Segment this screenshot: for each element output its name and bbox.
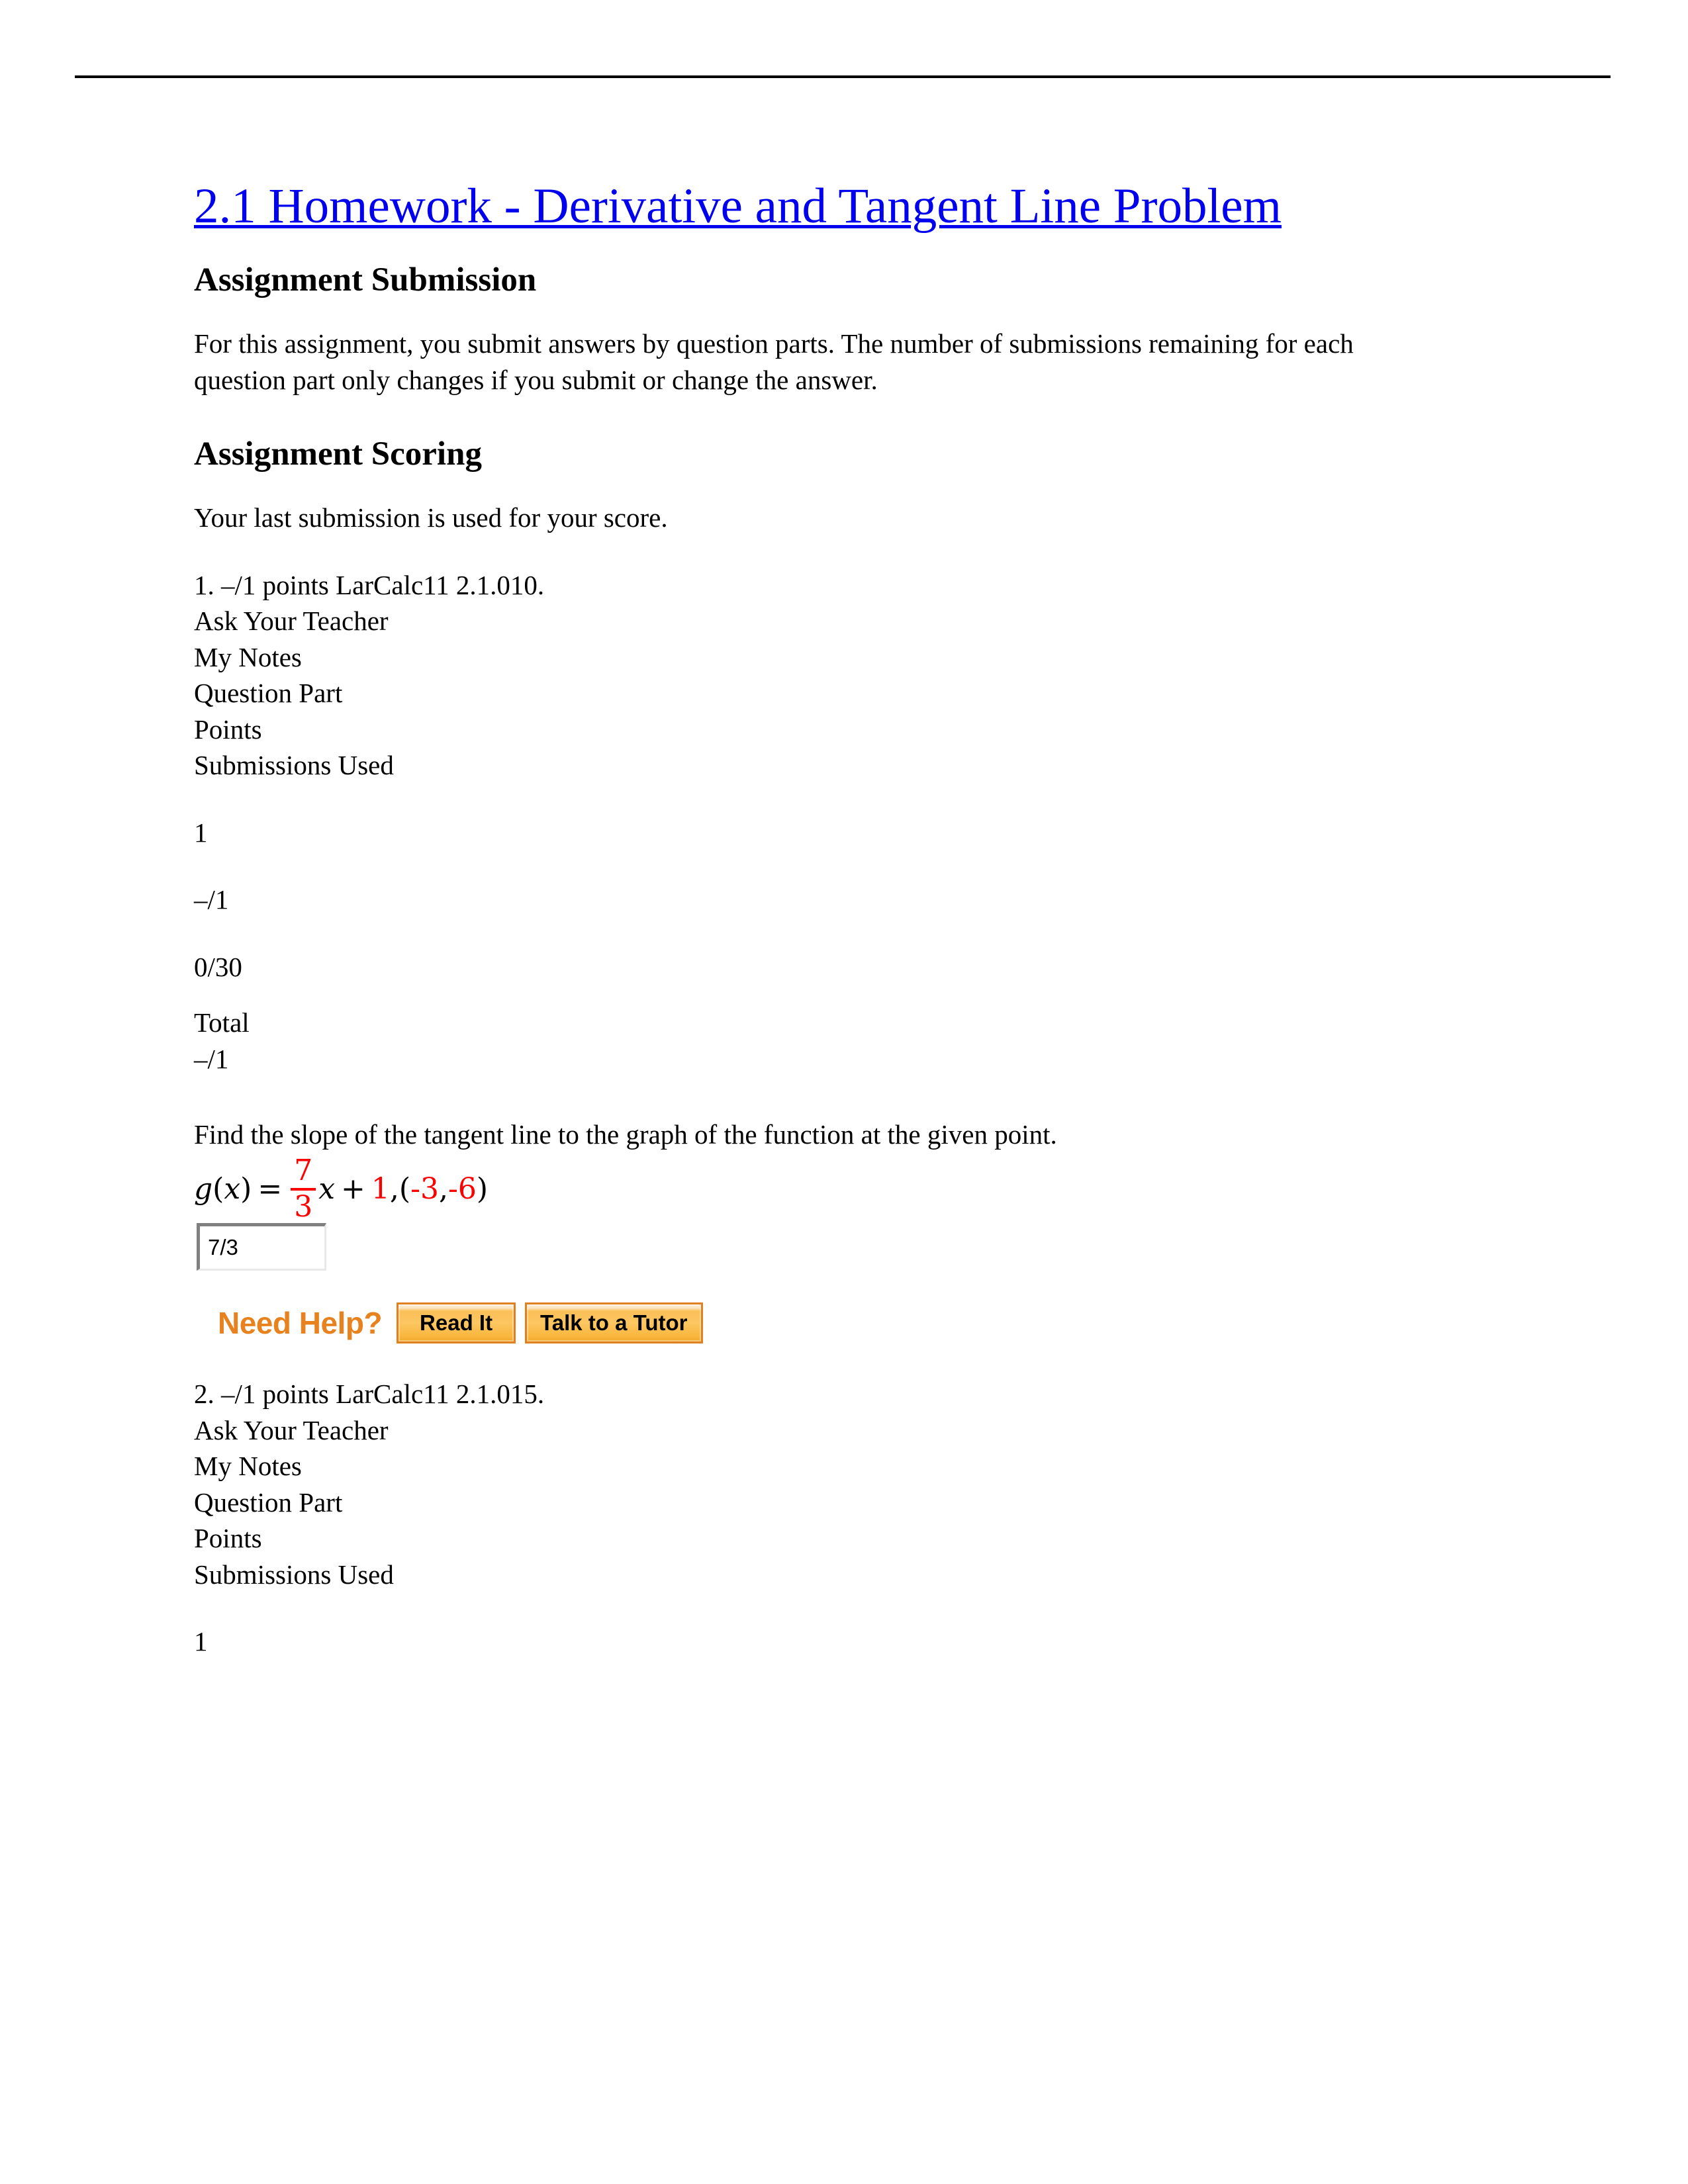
math-point-open-paren: ( <box>399 1172 411 1206</box>
math-fraction: 7 3 <box>291 1156 316 1222</box>
need-help-row: Need Help? Read It Talk to a Tutor <box>218 1301 1425 1345</box>
math-function-name: g <box>194 1172 213 1206</box>
answer-input[interactable] <box>197 1222 326 1271</box>
question-1-answer-wrapper <box>197 1222 1425 1271</box>
question-2-header: 2. –/1 points LarCalc11 2.1.015. <box>194 1378 545 1409</box>
question-1-total-label: Total <box>194 1007 250 1038</box>
math-point-x: -3 <box>410 1172 439 1206</box>
document-page: 2.1 Homework - Derivative and Tangent Li… <box>0 0 1688 2184</box>
talk-to-a-tutor-button[interactable]: Talk to a Tutor <box>525 1302 703 1343</box>
question-1-col-question-part: Question Part <box>194 678 343 709</box>
math-plus-sign: + <box>341 1172 365 1206</box>
need-help-label: Need Help? <box>218 1305 383 1340</box>
question-1-meta-block: 1. –/1 points LarCalc11 2.1.010. Ask You… <box>194 567 1425 784</box>
question-2-col-points: Points <box>194 1523 262 1554</box>
question-2-col-submissions-used: Submissions Used <box>194 1559 394 1590</box>
math-point-y: -6 <box>447 1172 477 1206</box>
assignment-submission-heading: Assignment Submission <box>194 261 537 298</box>
question-1-part-submissions-used: 0/30 <box>194 951 242 982</box>
question-1-total-points: –/1 <box>194 1043 229 1074</box>
question-2-my-notes-link[interactable]: My Notes <box>194 1448 1425 1484</box>
question-1-col-submissions-used: Submissions Used <box>194 750 394 781</box>
assignment-scoring-heading: Assignment Scoring <box>194 435 482 473</box>
math-point-separator: , <box>438 1172 448 1206</box>
math-point-close-paren: ) <box>476 1172 489 1206</box>
math-open-paren: ( <box>212 1172 224 1206</box>
math-constant: 1 <box>371 1172 390 1206</box>
question-1-total-block: Total –/1 <box>194 1005 1425 1077</box>
question-1-expression: g ( x ) = 7 3 x + 1 , ( -3 , -6 ) <box>194 1156 1425 1222</box>
math-comma: , <box>389 1172 399 1206</box>
question-1-part-points: –/1 <box>194 884 229 915</box>
assignment-submission-text: For this assignment, you submit answers … <box>194 328 1354 395</box>
question-1-part-number: 1 <box>194 817 208 848</box>
header-divider <box>75 75 1611 78</box>
talk-to-a-tutor-button-label: Talk to a Tutor <box>540 1310 688 1336</box>
math-variable: x <box>224 1172 241 1206</box>
read-it-button-label: Read It <box>420 1310 493 1336</box>
question-2-meta-block: 2. –/1 points LarCalc11 2.1.015. Ask You… <box>194 1376 1425 1592</box>
question-1-ask-your-teacher-link[interactable]: Ask Your Teacher <box>194 603 1425 639</box>
question-1-prompt: Find the slope of the tangent line to th… <box>194 1119 1057 1150</box>
math-fraction-denominator: 3 <box>294 1189 313 1224</box>
question-1-header: 1. –/1 points LarCalc11 2.1.010. <box>194 569 545 600</box>
math-equals-sign: = <box>258 1172 283 1206</box>
question-1-col-points: Points <box>194 713 262 745</box>
math-variable-x: x <box>318 1172 336 1206</box>
page-title[interactable]: 2.1 Homework - Derivative and Tangent Li… <box>194 177 1412 235</box>
question-2-col-question-part: Question Part <box>194 1486 343 1518</box>
math-close-paren: ) <box>240 1172 252 1206</box>
math-fraction-numerator: 7 <box>294 1154 313 1188</box>
question-2-part-number: 1 <box>194 1626 208 1657</box>
document-content: 2.1 Homework - Derivative and Tangent Li… <box>194 177 1425 1660</box>
question-2-ask-your-teacher-link[interactable]: Ask Your Teacher <box>194 1412 1425 1449</box>
question-1-my-notes-link[interactable]: My Notes <box>194 639 1425 676</box>
read-it-button[interactable]: Read It <box>397 1302 516 1343</box>
assignment-scoring-text: Your last submission is used for your sc… <box>194 502 668 533</box>
